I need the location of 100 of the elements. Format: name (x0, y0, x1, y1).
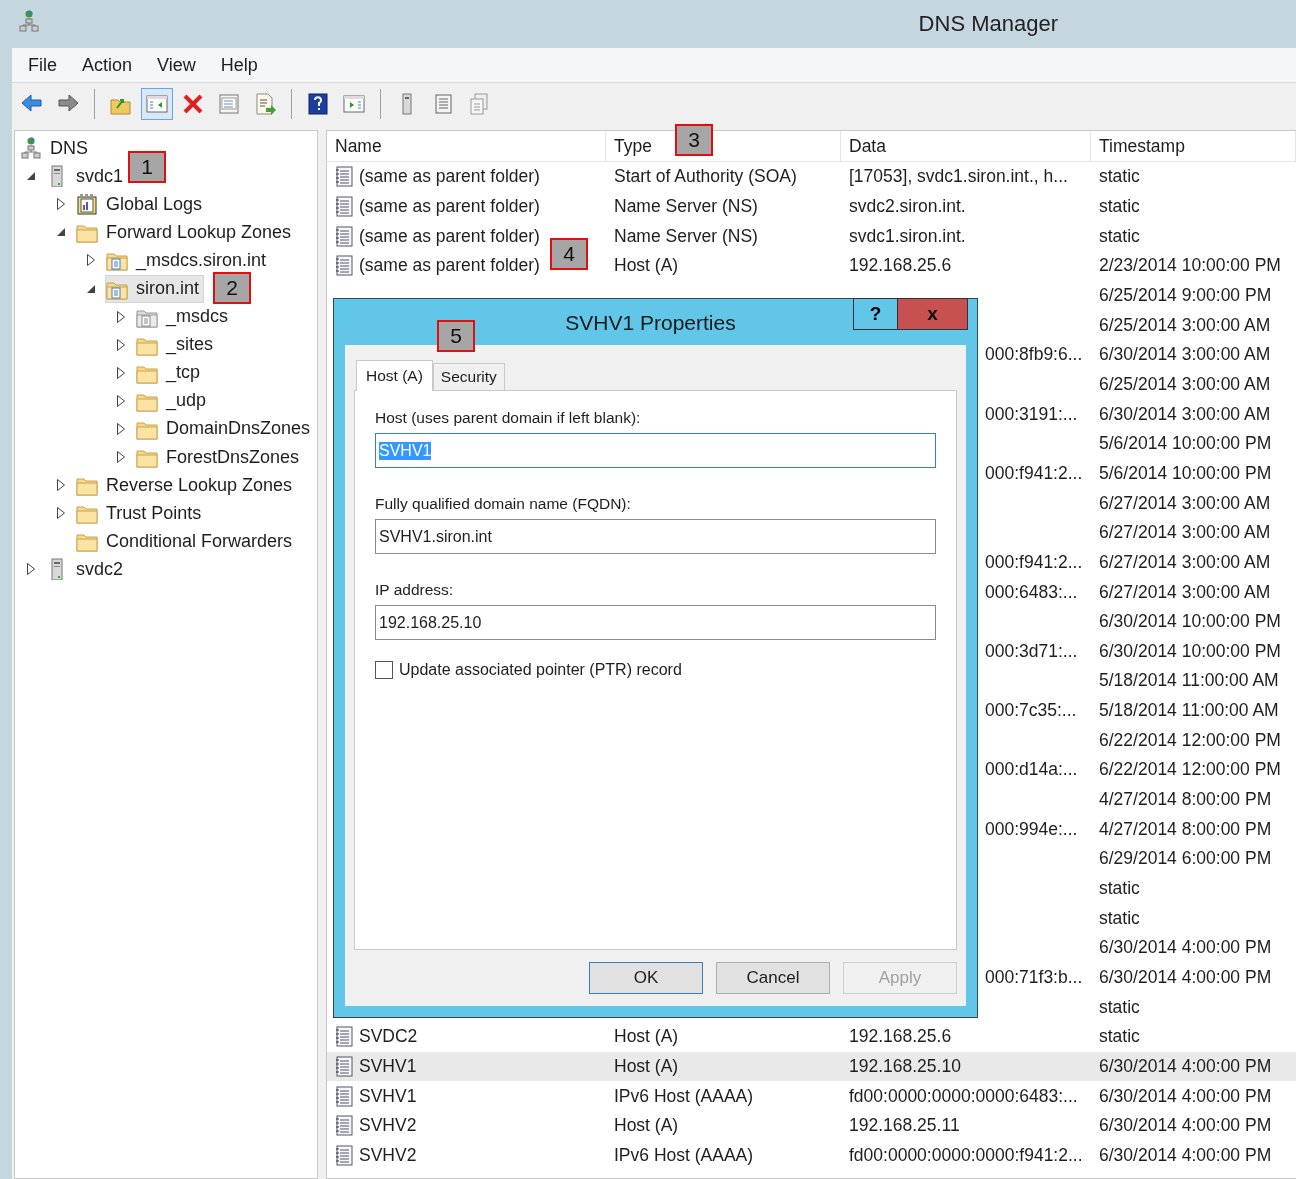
table-cell: 192.168.25.6 (849, 1026, 952, 1048)
caret-icon[interactable] (86, 253, 96, 268)
table-cell: 000:3d71:... (985, 640, 1078, 662)
tree-item[interactable]: _tcp (135, 358, 206, 387)
table-cell: 000:994e:... (985, 818, 1078, 840)
tree-item[interactable]: Global Logs (75, 190, 208, 219)
caret-icon[interactable] (116, 365, 126, 380)
table-cell: 6/27/2014 3:00:00 AM (1099, 522, 1271, 544)
caret-icon[interactable] (116, 450, 126, 465)
tree-item[interactable]: Reverse Lookup Zones (75, 471, 298, 500)
table-cell: 192.168.25.6 (849, 255, 952, 277)
table-cell: Host (A) (614, 1056, 679, 1077)
copy-icon (467, 92, 491, 116)
dialog-button[interactable]: Cancel (716, 962, 830, 994)
table-cell: static (1099, 196, 1140, 217)
table-cell: 6/30/2014 10:00:00 PM (1099, 640, 1281, 662)
table-cell: 6/30/2014 3:00:00 AM (1099, 344, 1271, 366)
tree-item[interactable]: Forward Lookup Zones (75, 218, 297, 247)
table-cell: 000:6483:... (985, 581, 1078, 603)
caret-icon[interactable] (116, 309, 126, 324)
table-cell: 6/27/2014 3:00:00 AM (1099, 581, 1271, 603)
table-cell: 000:d14a:... (985, 759, 1078, 781)
tree-item[interactable]: Trust Points (75, 499, 207, 528)
caret-icon[interactable] (26, 562, 36, 577)
table-cell: 000:3191:... (985, 403, 1078, 425)
table-cell: 6/25/2014 9:00:00 PM (1099, 284, 1272, 306)
table-cell: 5/6/2014 10:00:00 PM (1099, 462, 1272, 484)
field-label: Fully qualified domain name (FQDN): (375, 495, 632, 513)
tree-item[interactable]: ForestDnsZones (135, 443, 305, 472)
table-cell: IPv6 Host (AAAA) (614, 1145, 754, 1166)
input-field[interactable]: 192.168.25.10 (375, 605, 936, 640)
table-cell: static (1099, 166, 1140, 188)
dialog-button[interactable]: OK (589, 962, 703, 994)
table-cell: 6/30/2014 4:00:00 PM (1099, 1145, 1272, 1166)
table-cell: 6/30/2014 4:00:00 PM (1099, 937, 1272, 959)
table-cell: (same as parent folder) (359, 225, 540, 247)
checkbox[interactable] (375, 661, 393, 679)
caret-icon[interactable] (56, 506, 66, 521)
table-cell: (same as parent folder) (359, 255, 540, 277)
close-button[interactable]: x (897, 298, 968, 330)
panel-icon (145, 92, 169, 116)
table-row[interactable]: SVHV1 Host (A) 192.168.25.10 6/30/2014 4:00:00 PM (327, 1051, 1296, 1082)
table-cell: IPv6 Host (AAAA) (614, 1085, 754, 1107)
field-label: Host (uses parent domain if left blank): (375, 409, 642, 427)
console-tree-button[interactable] (141, 88, 173, 120)
caret-icon[interactable] (56, 478, 66, 493)
caret-icon[interactable] (86, 283, 96, 294)
menu-item[interactable]: Help (220, 54, 258, 76)
caret-icon[interactable] (26, 171, 36, 182)
table-cell: (same as parent folder) (359, 166, 540, 188)
help-button[interactable]: ? (853, 298, 898, 330)
table-cell: Name Server (NS) (614, 196, 758, 217)
dialog-title: SVHV1 Properties (565, 311, 736, 336)
tree-item[interactable]: _sites (135, 330, 219, 359)
table-cell: 4/27/2014 8:00:00 PM (1099, 818, 1272, 840)
table-cell: 6/25/2014 3:00:00 AM (1099, 314, 1271, 336)
callout-number: 5 (437, 320, 475, 352)
tree-item[interactable]: Conditional Forwarders (75, 527, 298, 556)
table-cell: Start of Authority (SOA) (614, 166, 797, 188)
properties-icon (217, 92, 241, 116)
column-header[interactable]: Timestamp (1091, 131, 1296, 161)
tree-item[interactable]: DomainDnsZones (135, 415, 316, 443)
tree-item[interactable]: _msdcs.siron.int (105, 246, 272, 275)
menu-item[interactable]: File (28, 54, 57, 76)
callout-number: 2 (213, 272, 251, 304)
tree-item[interactable]: siron.int (105, 274, 205, 303)
table-cell: 6/25/2014 3:00:00 AM (1099, 373, 1271, 395)
record-icon (335, 196, 353, 217)
export-list-icon (253, 92, 277, 116)
table-cell: static (1099, 225, 1140, 247)
table-cell: 000:8fb9:6... (985, 344, 1083, 366)
table-cell: 000:71f3:b... (985, 967, 1083, 989)
tree-item[interactable]: svdc2 (45, 555, 129, 584)
record-icon (335, 1145, 353, 1166)
dns-server-icon (20, 137, 42, 160)
callout-number: 3 (675, 124, 713, 156)
column-header[interactable]: Name (327, 131, 606, 161)
table-cell: [17053], svdc1.siron.int., h... (849, 166, 1068, 188)
caret-icon[interactable] (116, 337, 126, 352)
menu-item[interactable]: Action (82, 54, 133, 76)
window-title: DNS Manager (918, 11, 1058, 37)
tree-item[interactable]: svdc1 (45, 162, 129, 191)
help-icon (306, 92, 330, 116)
menu-item[interactable]: View (157, 54, 196, 76)
caret-icon[interactable] (116, 422, 126, 436)
tab[interactable]: Security (432, 363, 505, 390)
column-header[interactable]: Data (841, 131, 1091, 161)
tree-item[interactable]: _msdcs (135, 302, 233, 331)
tree-item[interactable]: _udp (135, 386, 212, 415)
tree-item[interactable]: DNS (19, 134, 93, 163)
callout-number: 4 (550, 238, 588, 270)
table-cell: static (1099, 878, 1140, 900)
table-cell: 000:7c35:... (985, 700, 1077, 722)
caret-icon[interactable] (56, 227, 66, 238)
record-icon (335, 1056, 353, 1077)
tab[interactable]: Host (A) (356, 360, 433, 391)
input-field[interactable]: SVHV1.siron.int (375, 519, 936, 554)
table-cell: 6/27/2014 3:00:00 AM (1099, 492, 1271, 514)
caret-icon[interactable] (116, 393, 126, 408)
caret-icon[interactable] (56, 197, 66, 212)
